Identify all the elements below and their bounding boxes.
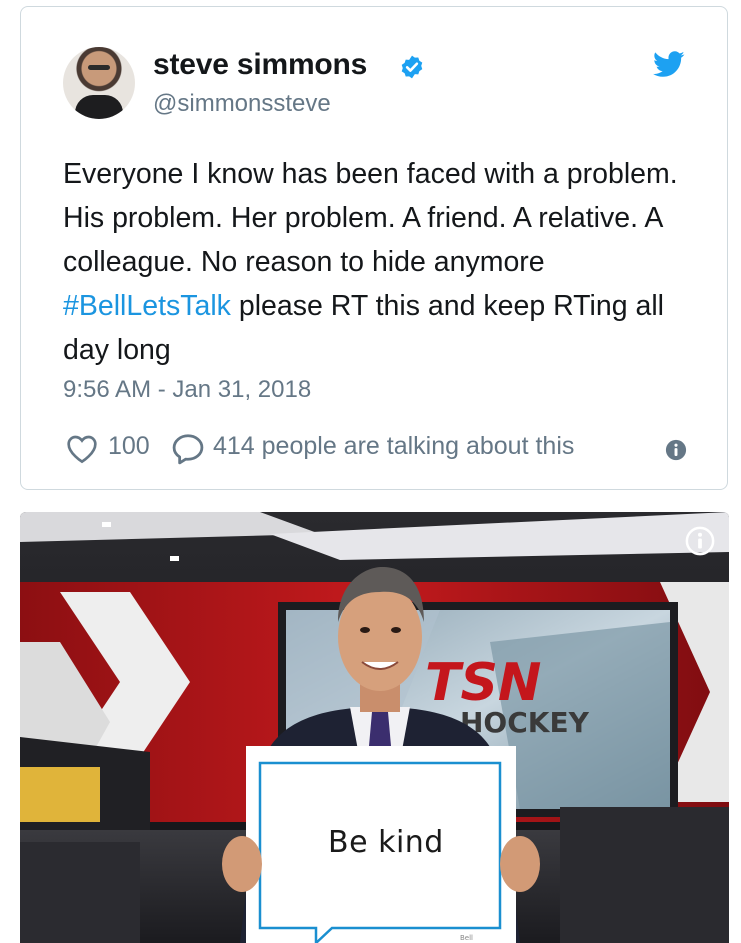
- author-username[interactable]: @simmonssteve: [153, 90, 331, 118]
- svg-text:Bell: Bell: [460, 934, 473, 942]
- divider: [63, 416, 685, 417]
- sign-text: Be kind: [328, 825, 444, 860]
- tweet-text-part-1: Everyone I know has been faced with a pr…: [63, 158, 678, 278]
- comment-bubble-icon[interactable]: [171, 433, 205, 465]
- hockey-logo-text: HOCKEY: [460, 706, 590, 739]
- tweet-card: steve simmons @simmonssteve Everyone I k…: [20, 6, 728, 490]
- info-icon[interactable]: [685, 526, 715, 556]
- tweet-timestamp[interactable]: 9:56 AM - Jan 31, 2018: [63, 376, 311, 404]
- avatar-glasses: [88, 65, 110, 70]
- author-avatar[interactable]: [63, 47, 135, 119]
- info-icon[interactable]: [665, 439, 687, 461]
- talking-about-link[interactable]: 414 people are talking about this: [213, 432, 574, 461]
- heart-icon[interactable]: [66, 434, 98, 464]
- twitter-bird-icon[interactable]: [653, 51, 685, 78]
- tweet-text: Everyone I know has been faced with a pr…: [63, 152, 703, 372]
- like-count[interactable]: 100: [108, 432, 150, 461]
- avatar-shirt: [75, 95, 123, 119]
- studio-scene: TSN HOCKEY Bell: [20, 512, 729, 943]
- tsn-logo-text: TSN: [425, 653, 541, 713]
- verified-badge-icon: [401, 55, 423, 79]
- author-display-name[interactable]: steve simmons: [153, 48, 367, 82]
- tweet-photo[interactable]: TSN HOCKEY Bell Be kind: [20, 512, 729, 943]
- hashtag-link[interactable]: #BellLetsTalk: [63, 290, 231, 322]
- tweet-actions: 100 414 people are talking about this: [21, 425, 727, 469]
